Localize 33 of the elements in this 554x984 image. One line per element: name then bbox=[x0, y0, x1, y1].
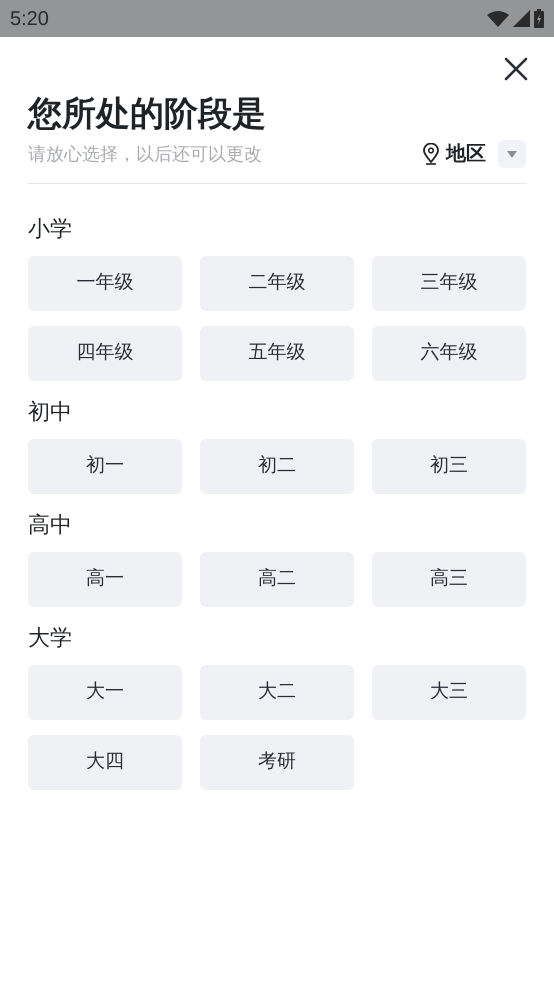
grade-option-button[interactable]: 高二 bbox=[200, 552, 354, 607]
region-label[interactable]: 地区 bbox=[446, 139, 486, 169]
signal-icon bbox=[513, 10, 530, 27]
caret-icon bbox=[507, 150, 517, 158]
subtitle: 请放心选择，以后还可以更改 bbox=[28, 142, 262, 166]
grade-option-button[interactable]: 四年级 bbox=[28, 326, 182, 381]
status-time: 5:20 bbox=[10, 6, 49, 32]
grade-option-button[interactable]: 大三 bbox=[372, 665, 526, 720]
grade-option-button[interactable]: 五年级 bbox=[200, 326, 354, 381]
grade-option-button[interactable]: 初三 bbox=[372, 439, 526, 494]
close-icon bbox=[504, 57, 528, 81]
location-pin-icon bbox=[422, 143, 440, 165]
wifi-icon bbox=[487, 10, 509, 26]
close-button[interactable] bbox=[502, 55, 530, 83]
grade-option-button[interactable]: 六年级 bbox=[372, 326, 526, 381]
grade-option-button[interactable]: 大四 bbox=[28, 735, 182, 790]
grade-option-button[interactable]: 初二 bbox=[200, 439, 354, 494]
battery-icon bbox=[534, 9, 544, 28]
grade-option-button[interactable]: 一年级 bbox=[28, 256, 182, 311]
grade-option-button[interactable]: 大一 bbox=[28, 665, 182, 720]
grade-option-button[interactable]: 高三 bbox=[372, 552, 526, 607]
page-title: 您所处的阶段是 bbox=[28, 94, 267, 135]
grade-option-button[interactable]: 考研 bbox=[200, 735, 354, 790]
section-heading: 大学 bbox=[28, 624, 73, 652]
section-heading: 初中 bbox=[28, 398, 73, 426]
grade-option-button[interactable]: 高一 bbox=[28, 552, 182, 607]
section-heading: 小学 bbox=[28, 215, 73, 243]
grade-option-button[interactable]: 大二 bbox=[200, 665, 354, 720]
grade-option-button[interactable]: 三年级 bbox=[372, 256, 526, 311]
section-heading: 高中 bbox=[28, 511, 73, 539]
grade-option-button[interactable]: 初一 bbox=[28, 439, 182, 494]
region-dropdown-button[interactable] bbox=[498, 140, 526, 168]
grade-option-button[interactable]: 二年级 bbox=[200, 256, 354, 311]
